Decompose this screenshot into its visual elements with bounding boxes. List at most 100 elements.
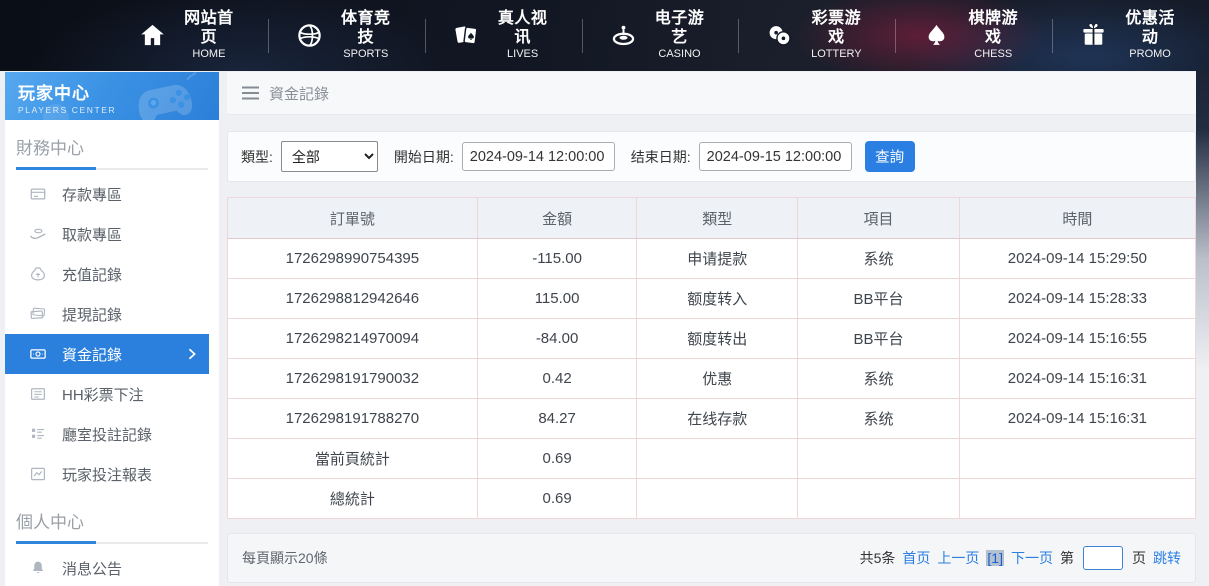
nav-label-zh: 彩票游戏 xyxy=(804,10,868,47)
money-bag-icon xyxy=(29,265,47,283)
sidebar-item-label: 提現記錄 xyxy=(62,304,122,325)
cell-empty xyxy=(637,439,798,479)
cell-time: 2024-09-14 15:16:31 xyxy=(959,359,1195,399)
section-personal-center: 個人中心 xyxy=(16,508,219,533)
cell-type: 额度转入 xyxy=(637,279,798,319)
cell-amount: 115.00 xyxy=(477,279,637,319)
nav-label-en: LOTTERY xyxy=(804,48,868,61)
cell-summary-label: 總統計 xyxy=(228,479,478,519)
nav-label-zh: 棋牌游戏 xyxy=(961,10,1025,47)
cell-empty xyxy=(959,479,1195,519)
sidebar-item-withdrawal-record[interactable]: 提現記錄 xyxy=(5,294,219,334)
pagination-bar: 每頁顯示20條 共5条 首页 上一页 [1] 下一页 第 页 跳转 xyxy=(227,533,1196,583)
sidebar-item-label: HH彩票下注 xyxy=(62,384,144,405)
table-summary-row-current-page: 當前頁統計 0.69 xyxy=(228,439,1196,479)
cell-empty xyxy=(959,439,1195,479)
roulette-icon xyxy=(610,22,637,49)
lottery-balls-icon xyxy=(766,22,793,49)
type-label: 類型: xyxy=(241,147,273,167)
nav-item-lottery[interactable]: 彩票游戏 LOTTERY xyxy=(738,19,895,53)
page-jump-input[interactable] xyxy=(1083,546,1123,570)
cards-icon xyxy=(453,22,480,49)
cell-project: BB平台 xyxy=(798,319,960,359)
nav-label-zh: 体育竞技 xyxy=(334,10,398,47)
start-date-input[interactable] xyxy=(462,142,615,171)
column-header-amount: 金額 xyxy=(477,198,637,239)
nav-item-home[interactable]: 网站首页 HOME xyxy=(112,19,268,53)
sidebar-item-deposit-zone[interactable]: 存款專區 xyxy=(5,174,219,214)
home-icon xyxy=(139,22,166,49)
nav-item-promo[interactable]: 优惠活动 PROMO xyxy=(1052,19,1209,53)
sidebar-item-label: 充值記錄 xyxy=(62,264,122,285)
column-header-order-no: 訂單號 xyxy=(228,198,478,239)
nav-label-en: LIVES xyxy=(491,48,555,61)
nav-item-casino[interactable]: 电子游艺 CASINO xyxy=(582,19,739,53)
cell-empty xyxy=(637,479,798,519)
sidebar-item-hh-lottery-bets[interactable]: HH彩票下注 xyxy=(5,374,219,414)
bell-icon xyxy=(29,559,47,577)
nav-label-zh: 电子游艺 xyxy=(648,10,712,47)
type-select[interactable]: 全部 xyxy=(281,141,378,172)
table-row: 1726298812942646 115.00 额度转入 BB平台 2024-0… xyxy=(228,279,1196,319)
cell-order-no: 1726298990754395 xyxy=(228,239,478,279)
newspaper-icon xyxy=(29,385,47,403)
prev-page-link[interactable]: 上一页 xyxy=(937,548,979,568)
sidebar-item-withdraw-zone[interactable]: 取款專區 xyxy=(5,214,219,254)
jump-label-post: 页 xyxy=(1132,548,1146,568)
gamepad-icon xyxy=(130,72,217,120)
nav-item-chess[interactable]: 棋牌游戏 CHESS xyxy=(895,19,1052,53)
sidebar-item-label: 存款專區 xyxy=(62,184,122,205)
start-date-label: 開始日期: xyxy=(394,147,454,167)
cell-amount: 84.27 xyxy=(477,399,637,439)
chevron-right-icon xyxy=(187,348,197,360)
funds-record-table: 訂單號 金額 類型 項目 時間 1726298990754395 -115.00… xyxy=(227,197,1196,519)
column-header-time: 時間 xyxy=(959,198,1195,239)
table-row: 1726298214970094 -84.00 额度转出 BB平台 2024-0… xyxy=(228,319,1196,359)
sidebar-item-recharge-record[interactable]: 充值記錄 xyxy=(5,254,219,294)
cell-order-no: 1726298191788270 xyxy=(228,399,478,439)
hand-money-icon xyxy=(29,225,47,243)
cell-empty xyxy=(798,479,960,519)
cell-type: 额度转出 xyxy=(637,319,798,359)
nav-label-zh: 网站首页 xyxy=(177,10,241,47)
jump-link[interactable]: 跳转 xyxy=(1153,548,1181,568)
section-divider xyxy=(16,542,208,544)
hamburger-menu-icon[interactable] xyxy=(242,86,259,100)
cell-amount: -84.00 xyxy=(477,319,637,359)
nav-label-en: PROMO xyxy=(1118,48,1182,61)
filter-bar: 類型: 全部 開始日期: 结束日期: 查詢 xyxy=(227,131,1196,182)
search-button[interactable]: 查詢 xyxy=(865,141,915,172)
cell-time: 2024-09-14 15:16:55 xyxy=(959,319,1195,359)
cell-empty xyxy=(798,439,960,479)
table-row: 1726298191788270 84.27 在线存款 系统 2024-09-1… xyxy=(228,399,1196,439)
first-page-link[interactable]: 首页 xyxy=(902,548,930,568)
next-page-link[interactable]: 下一页 xyxy=(1011,548,1053,568)
nav-label-zh: 优惠活动 xyxy=(1118,10,1182,47)
total-count-text: 共5条 xyxy=(860,548,896,568)
section-finance-center: 財務中心 xyxy=(16,134,219,159)
column-header-project: 項目 xyxy=(798,198,960,239)
breadcrumb: 資金記錄 xyxy=(227,72,1196,115)
deposit-card-icon xyxy=(29,185,47,203)
sidebar-item-funds-record[interactable]: 資金記錄 xyxy=(5,334,209,374)
nav-label-zh: 真人视讯 xyxy=(491,10,555,47)
cell-amount: -115.00 xyxy=(477,239,637,279)
cell-type: 在线存款 xyxy=(637,399,798,439)
current-page-indicator: [1] xyxy=(986,550,1004,566)
column-header-type: 類型 xyxy=(637,198,798,239)
top-navigation: 网站首页 HOME 体育竞技 SPORTS 真人视讯 LIVES 电子游艺 CA… xyxy=(0,0,1209,71)
nav-label-en: HOME xyxy=(177,48,241,61)
chart-report-icon xyxy=(29,465,47,483)
cell-order-no: 1726298812942646 xyxy=(228,279,478,319)
sidebar-item-player-bet-report[interactable]: 玩家投注報表 xyxy=(5,454,219,494)
sidebar-item-label: 玩家投注報表 xyxy=(62,464,152,485)
cell-project: 系统 xyxy=(798,399,960,439)
page-title: 資金記錄 xyxy=(269,83,329,104)
sidebar-item-label: 取款專區 xyxy=(62,224,122,245)
sidebar-item-message-notice[interactable]: 消息公告 xyxy=(5,548,219,586)
nav-item-lives[interactable]: 真人视讯 LIVES xyxy=(425,19,582,53)
nav-label-en: SPORTS xyxy=(334,48,398,61)
end-date-input[interactable] xyxy=(699,142,852,171)
nav-item-sports[interactable]: 体育竞技 SPORTS xyxy=(268,19,425,53)
sidebar-item-room-bet-record[interactable]: 廳室投註記錄 xyxy=(5,414,219,454)
